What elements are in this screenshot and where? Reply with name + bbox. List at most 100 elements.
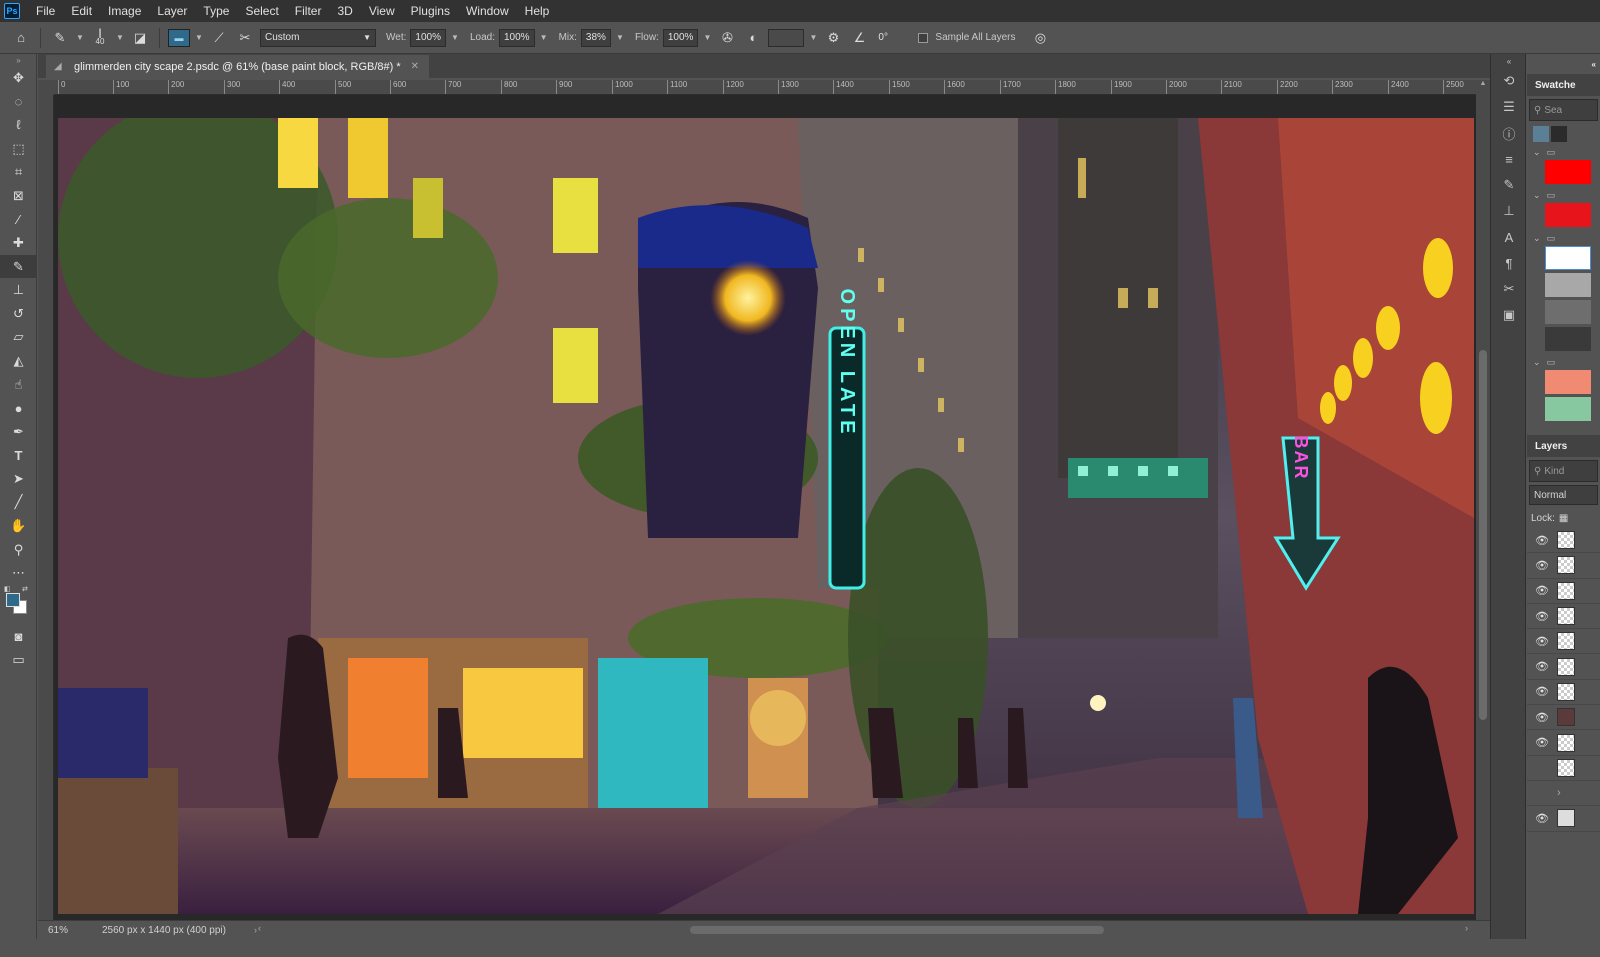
lasso-tool-icon[interactable]: ℓ [0, 113, 37, 137]
history-panel-icon[interactable]: ⟲ [1491, 68, 1527, 94]
document-tab[interactable]: ◢ glimmerden city scape 2.psdc @ 61% (ba… [46, 55, 430, 78]
swatch[interactable] [1551, 126, 1567, 142]
layer-row[interactable]: 👁 [1527, 604, 1600, 630]
swatch-group[interactable]: ⌄ ▭ [1527, 144, 1600, 160]
document-info[interactable]: 2560 px x 1440 px (400 ppi) [80, 925, 260, 936]
foreground-color-swatch[interactable] [6, 593, 20, 608]
chevron-down-icon[interactable]: ▼ [450, 33, 460, 42]
menu-filter[interactable]: Filter [287, 0, 330, 22]
layer-row[interactable]: 👁 [1527, 528, 1600, 554]
zoom-level[interactable]: 61% [38, 925, 80, 936]
chevron-down-icon[interactable]: ▼ [75, 33, 85, 42]
frame-tool-icon[interactable]: ⊠ [0, 184, 37, 208]
swatches-panel-title[interactable]: Swatche [1527, 74, 1600, 96]
gear-icon[interactable]: ⚙ [822, 27, 844, 49]
eye-icon[interactable]: 👁 [1535, 635, 1549, 648]
paint-bucket-tool-icon[interactable]: ◭ [0, 349, 37, 373]
load-brush-icon[interactable]: ⟋ [208, 27, 230, 49]
eye-icon[interactable]: 👁 [1535, 559, 1549, 572]
scroll-right-icon[interactable]: › [1465, 923, 1468, 933]
clone-source-panel-icon[interactable]: ⊥ [1491, 198, 1527, 224]
swatch[interactable] [1545, 273, 1591, 297]
collapse-icon[interactable]: « [1527, 54, 1600, 74]
chevron-right-icon[interactable]: › [1557, 787, 1561, 799]
eye-icon[interactable]: 👁 [1535, 584, 1549, 597]
collapse-panels-icon[interactable]: « [1491, 54, 1527, 68]
chevron-down-icon[interactable]: ▼ [115, 33, 125, 42]
menu-layer[interactable]: Layer [149, 0, 195, 22]
layer-row[interactable]: 👁 [1527, 553, 1600, 579]
type-tool-icon[interactable]: T [0, 444, 37, 468]
chevron-right-icon[interactable]: › [254, 925, 257, 935]
hand-tool-icon[interactable]: ✋ [0, 514, 37, 538]
home-icon[interactable]: ⌂ [10, 27, 32, 49]
smudge-tool-icon[interactable]: ☝ [0, 373, 37, 397]
eye-icon[interactable]: 👁 [1535, 812, 1549, 825]
eyedropper-tool-icon[interactable]: ⁄ [0, 208, 37, 232]
layer-group-row[interactable]: 👁› [1527, 781, 1600, 807]
swatch-group[interactable]: ⌄ ▭ [1527, 354, 1600, 370]
horizontal-scroll-thumb[interactable] [690, 926, 1104, 934]
zoom-tool-icon[interactable]: ⚲ [0, 538, 37, 562]
menu-type[interactable]: Type [195, 0, 237, 22]
swatch[interactable] [1545, 300, 1591, 324]
paragraph-panel-icon[interactable]: ¶ [1491, 250, 1527, 276]
menu-plugins[interactable]: Plugins [403, 0, 458, 22]
flow-field[interactable]: 100% [662, 28, 699, 47]
healing-brush-tool-icon[interactable]: ✚ [0, 231, 37, 255]
layer-row[interactable]: 👁 [1527, 680, 1600, 706]
chevron-down-icon[interactable]: ▼ [808, 33, 818, 42]
smoothing-field[interactable] [768, 28, 805, 47]
mix-field[interactable]: 38% [580, 28, 611, 47]
layer-row[interactable]: 👁 [1527, 756, 1600, 781]
blend-mode-select[interactable]: Normal [1529, 485, 1598, 505]
quick-mask-icon[interactable]: ◙ [0, 625, 37, 649]
layer-row[interactable]: 👁 [1527, 806, 1600, 832]
collapse-icon[interactable]: » [0, 54, 37, 66]
menu-file[interactable]: File [28, 0, 63, 22]
tools-panel-icon[interactable]: ✂ [1491, 276, 1527, 302]
airbrush-icon[interactable]: ✇ [716, 27, 738, 49]
eye-icon[interactable]: 👁 [1535, 660, 1549, 673]
clean-brush-icon[interactable]: ✂ [234, 27, 256, 49]
layers-kind-filter[interactable]: ⚲ Kind [1529, 460, 1598, 482]
adjustments-panel-icon[interactable]: ☰ [1491, 94, 1527, 120]
more-tools-icon[interactable]: ⋯ [0, 561, 37, 585]
layer-row[interactable]: 👁 [1527, 654, 1600, 680]
menu-select[interactable]: Select [237, 0, 286, 22]
chevron-down-icon[interactable]: ▼ [194, 33, 204, 42]
swap-colors-icon[interactable]: ⇄ [22, 585, 28, 593]
sample-all-layers-checkbox[interactable] [918, 32, 929, 43]
mixer-brush-icon[interactable]: ✎ [49, 27, 71, 49]
layer-row[interactable]: 👁 [1527, 579, 1600, 604]
character-panel-icon[interactable]: A [1491, 224, 1527, 250]
swatch[interactable] [1545, 327, 1591, 351]
eye-icon[interactable]: 👁 [1535, 711, 1549, 724]
menu-view[interactable]: View [361, 0, 403, 22]
eye-icon[interactable]: 👁 [1535, 610, 1549, 623]
object-selection-tool-icon[interactable]: ⬚ [0, 137, 37, 161]
swatch-group[interactable]: ⌄ ▭ [1527, 230, 1600, 246]
lock-transparency-icon[interactable]: ▦ [1559, 513, 1568, 524]
menu-window[interactable]: Window [458, 0, 517, 22]
scroll-left-icon[interactable]: ‹ [258, 923, 261, 933]
menu-image[interactable]: Image [100, 0, 149, 22]
layer-row[interactable]: 👁 [1527, 730, 1600, 756]
menu-3d[interactable]: 3D [329, 0, 360, 22]
swatch[interactable] [1545, 160, 1591, 184]
pen-tool-icon[interactable]: ✒ [0, 420, 37, 444]
vertical-scroll-thumb[interactable] [1479, 350, 1487, 720]
document-canvas[interactable]: OPEN LATE BAR [58, 118, 1474, 914]
layers-panel-title[interactable]: Layers [1527, 435, 1600, 457]
swatches-search[interactable]: ⚲ Sea [1529, 99, 1598, 121]
pressure-size-icon[interactable]: ◎ [1029, 27, 1051, 49]
eraser-tool-icon[interactable]: ▱ [0, 326, 37, 350]
menu-help[interactable]: Help [517, 0, 558, 22]
swatch[interactable] [1545, 203, 1591, 227]
chevron-down-icon[interactable]: ▼ [702, 33, 712, 42]
layer-row[interactable]: 👁 [1527, 629, 1600, 655]
swatch[interactable] [1533, 126, 1549, 142]
menu-edit[interactable]: Edit [63, 0, 100, 22]
brush-settings-panel-icon[interactable]: ✎ [1491, 172, 1527, 198]
swatch[interactable] [1545, 370, 1591, 394]
